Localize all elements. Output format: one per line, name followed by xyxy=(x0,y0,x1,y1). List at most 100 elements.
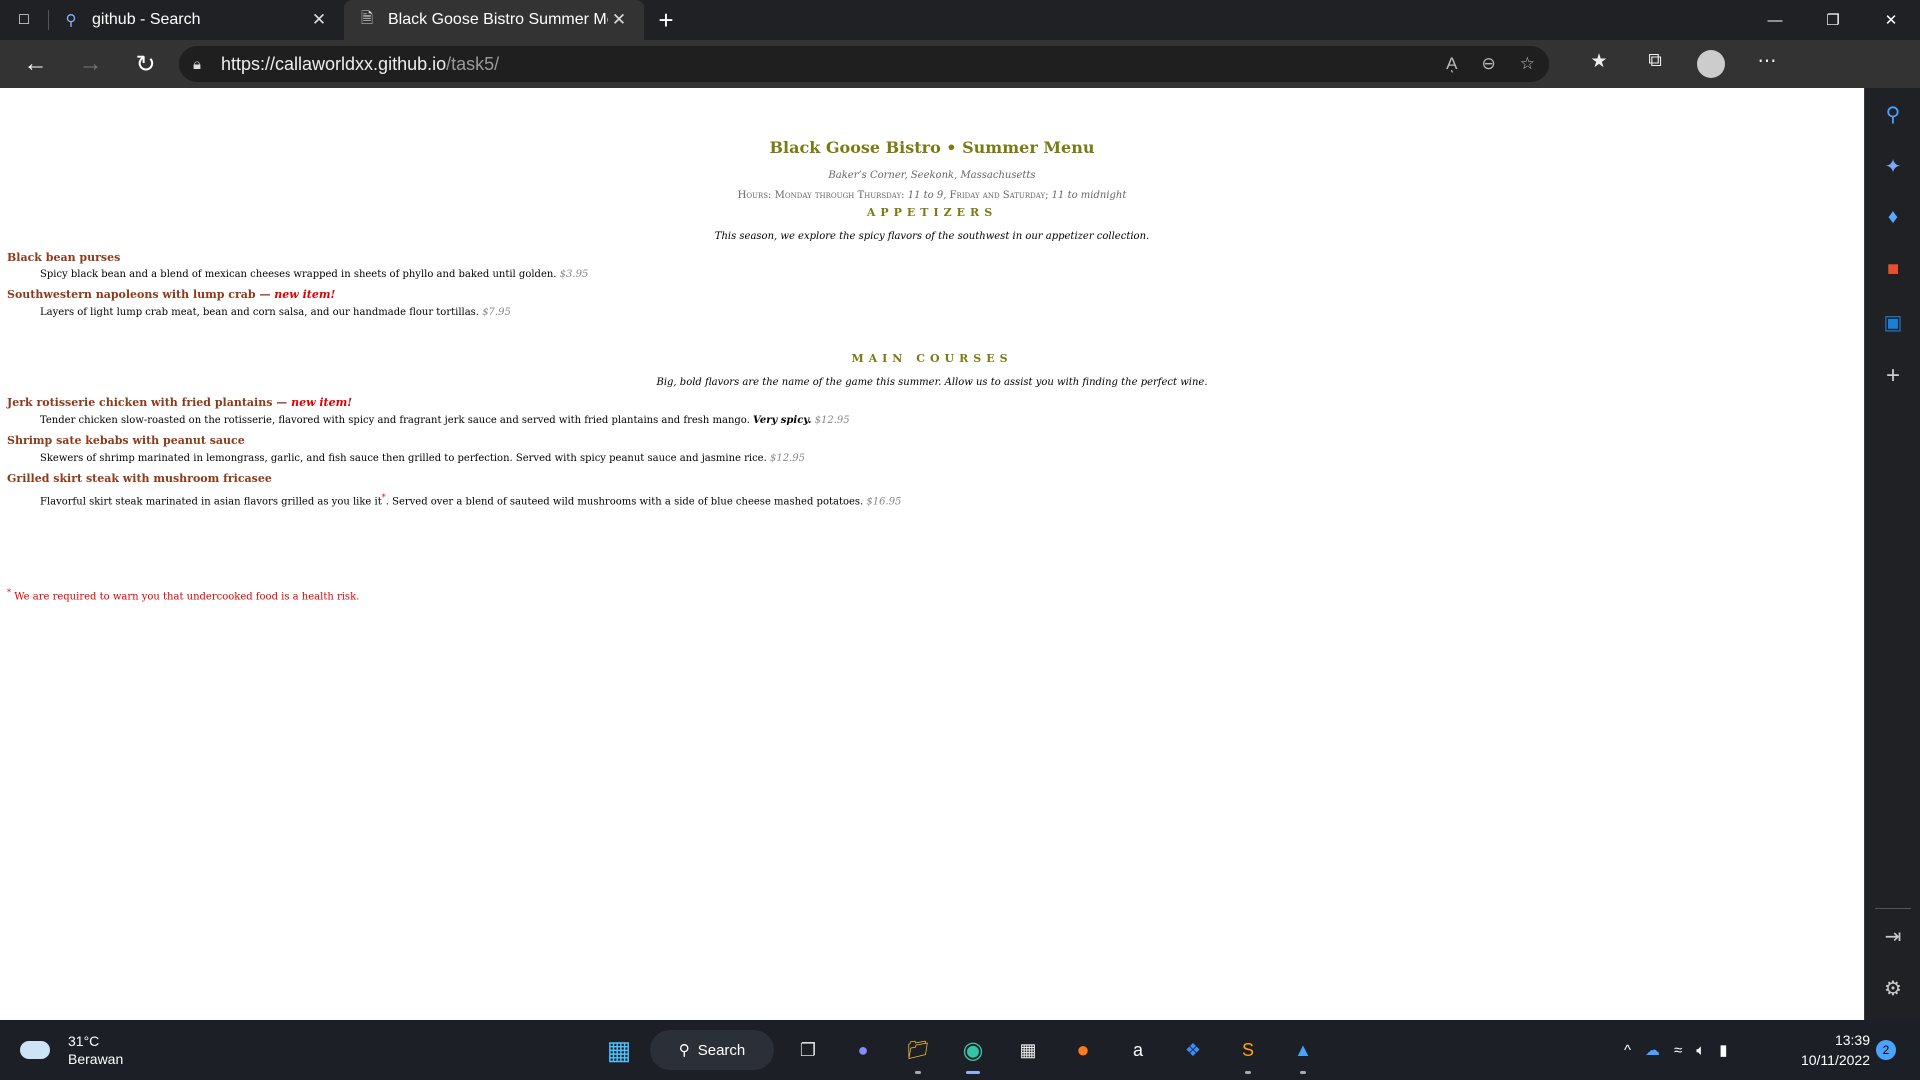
cloud-icon xyxy=(20,1041,50,1059)
teams-chat-icon[interactable]: ● xyxy=(847,1034,879,1066)
menu-item-desc: Flavorful skirt steak marinated in asian… xyxy=(40,493,902,508)
menu-item-desc: Spicy black bean and a blend of mexican … xyxy=(40,269,589,280)
start-windows-icon[interactable]: ▦ xyxy=(603,1034,635,1066)
task-view-icon[interactable]: ❐ xyxy=(792,1034,824,1066)
sidebar-divider xyxy=(1875,908,1911,909)
lock-icon[interactable]: 🔒︎ xyxy=(193,56,221,73)
sublime-text-icon[interactable]: S xyxy=(1232,1034,1264,1074)
back-arrow-icon[interactable]: ← xyxy=(8,40,63,88)
tab-bar: □ ⚲ github - Search ✕ 🗎 Black Goose Bist… xyxy=(0,0,1920,40)
tab-separator xyxy=(48,10,49,30)
firefox-icon[interactable]: ● xyxy=(1067,1034,1099,1066)
appetizers-intro: This season, we explore the spicy flavor… xyxy=(714,231,1150,242)
restore-icon[interactable]: ❐ xyxy=(1804,0,1862,40)
tab-actions-icon[interactable]: □ xyxy=(0,0,48,40)
toolbar-icons: ★ ⧉ ⋯ xyxy=(1571,50,1795,78)
browser-toolbar: ← → ↻ 🔒︎ https://callaworldxx.github.io/… xyxy=(0,40,1920,88)
tab-github-search[interactable]: ⚲ github - Search ✕ xyxy=(48,0,344,40)
url-path: /task5/ xyxy=(446,53,500,74)
close-tab-icon[interactable]: ✕ xyxy=(308,10,330,30)
dropbox-icon[interactable]: ❖ xyxy=(1177,1034,1209,1066)
tab-menu[interactable]: 🗎 Black Goose Bistro Summer Menu ✕ xyxy=(344,0,644,40)
hours-label: Hours: Monday through Thursday: xyxy=(737,190,905,201)
notification-badge[interactable]: 2 xyxy=(1876,1040,1896,1060)
edge-browser-icon[interactable]: ◉ xyxy=(957,1034,989,1074)
clock-date: 10/11/2022 xyxy=(1800,1052,1870,1068)
url-host: https://callaworldxx.github.io xyxy=(221,53,447,74)
new-tab-button[interactable]: + xyxy=(644,0,688,40)
add-favorite-icon[interactable]: ☆ xyxy=(1520,54,1535,74)
menu-item-price: $16.95 xyxy=(866,496,902,508)
refresh-icon[interactable]: ↻ xyxy=(118,40,173,88)
amazon-icon[interactable]: a xyxy=(1122,1034,1154,1066)
minimize-icon[interactable]: — xyxy=(1746,0,1804,40)
taskbar-search-button[interactable]: ⚲ Search xyxy=(650,1030,774,1070)
weather-temp: 31°C xyxy=(68,1033,100,1049)
forward-arrow-icon[interactable]: → xyxy=(63,40,118,88)
menu-item-price: $3.95 xyxy=(559,269,589,280)
main-courses-heading: MAIN COURSES xyxy=(851,352,1013,365)
menu-item-price: $12.95 xyxy=(769,453,805,464)
clock[interactable]: 13:39 10/11/2022 xyxy=(1790,1030,1870,1070)
office-icon[interactable]: ■ xyxy=(1865,258,1920,281)
hours-weekend: 11 to midnight xyxy=(1051,190,1127,201)
search-icon[interactable]: ⚲ xyxy=(1865,102,1920,127)
favorites-icon[interactable]: ★ xyxy=(1571,50,1627,78)
menu-item-name: Black bean purses xyxy=(7,251,121,264)
collections-icon[interactable]: ⧉ xyxy=(1627,50,1683,78)
menu-item-price: $12.95 xyxy=(814,415,850,426)
menu-item-price: $7.95 xyxy=(482,307,511,318)
onedrive-cloud-icon[interactable]: ☁ xyxy=(1645,1041,1660,1059)
file-explorer-icon[interactable]: 📁︎ xyxy=(902,1034,934,1074)
menu-item-desc: Layers of light lump crab meat, bean and… xyxy=(40,307,511,318)
system-tray: ^ ☁ ≈ 🔈︎ ▮ xyxy=(1624,1020,1728,1080)
menu-item-name: Grilled skirt steak with mushroom fricas… xyxy=(7,472,272,485)
hours-weekend-label: Friday and Saturday; xyxy=(949,190,1049,201)
close-tab-icon[interactable]: ✕ xyxy=(608,10,630,30)
restaurant-address: Baker’s Corner, Seekonk, Massachusetts xyxy=(828,170,1036,181)
restaurant-hours: Hours: Monday through Thursday: 11 to 9,… xyxy=(0,190,1864,201)
battery-icon[interactable]: ▮ xyxy=(1719,1041,1727,1059)
warning-asterisk: * xyxy=(7,588,11,597)
volume-icon[interactable]: 🔈︎ xyxy=(1696,1042,1705,1059)
edge-sidebar: ⚲ ✦ ♦ ■ ▣ + ⇥ ⚙ xyxy=(1864,88,1920,1020)
wifi-icon[interactable]: ≈ xyxy=(1674,1042,1682,1059)
photos-icon[interactable]: ▲ xyxy=(1287,1034,1319,1074)
read-aloud-icon[interactable]: Aͅ xyxy=(1446,54,1457,74)
shopping-tag-icon[interactable]: ♦ xyxy=(1865,206,1920,229)
menu-item-name: Southwestern napoleons with lump crab — … xyxy=(7,288,336,301)
settings-gear-icon[interactable]: ⚙ xyxy=(1865,976,1920,1001)
menu-item-desc: Tender chicken slow-roasted on the rotis… xyxy=(40,415,850,426)
weather-widget[interactable]: 31°C Berawan xyxy=(20,1032,123,1068)
spicy-note: Very spicy. xyxy=(753,415,812,426)
close-window-icon[interactable]: ✕ xyxy=(1862,0,1920,40)
add-app-icon[interactable]: + xyxy=(1865,362,1920,390)
new-item-badge: new item! xyxy=(291,396,353,409)
taskbar-search-label: Search xyxy=(697,1041,746,1059)
address-bar-icons: Aͅ ⊖ ☆ xyxy=(1446,54,1535,74)
url-text[interactable]: https://callaworldxx.github.io/task5/ xyxy=(221,54,499,75)
window-controls: — ❐ ✕ xyxy=(1746,0,1920,40)
microsoft-store-icon[interactable]: ▦ xyxy=(1012,1034,1044,1066)
search-icon: ⚲ xyxy=(65,12,77,29)
page-icon: 🗎 xyxy=(360,9,374,27)
tab-title: Black Goose Bistro Summer Menu xyxy=(388,11,608,28)
tab-title: github - Search xyxy=(92,11,201,28)
address-bar[interactable]: 🔒︎ https://callaworldxx.github.io/task5/… xyxy=(179,46,1549,82)
more-menu-icon[interactable]: ⋯ xyxy=(1739,50,1795,78)
weather-condition: Berawan xyxy=(68,1051,124,1067)
show-hidden-icons-chevron-icon[interactable]: ^ xyxy=(1624,1042,1631,1059)
hide-sidebar-icon[interactable]: ⇥ xyxy=(1865,924,1920,949)
menu-item-name: Shrimp sate kebabs with peanut sauce xyxy=(7,434,245,447)
main-courses-intro: Big, bold flavors are the name of the ga… xyxy=(656,377,1208,388)
page-content: Black Goose Bistro • Summer Menu Baker’s… xyxy=(0,88,1864,1020)
zoom-out-icon[interactable]: ⊖ xyxy=(1482,54,1496,74)
clock-time: 13:39 xyxy=(1834,1032,1870,1048)
appetizers-heading: APPETIZERS xyxy=(866,206,998,219)
discover-icon[interactable]: ✦ xyxy=(1865,154,1920,179)
new-item-badge: new item! xyxy=(274,288,336,301)
search-icon: ⚲ xyxy=(678,1042,690,1059)
profile-avatar[interactable] xyxy=(1697,50,1725,78)
outlook-icon[interactable]: ▣ xyxy=(1865,310,1920,335)
menu-item-name: Jerk rotisserie chicken with fried plant… xyxy=(7,396,353,409)
